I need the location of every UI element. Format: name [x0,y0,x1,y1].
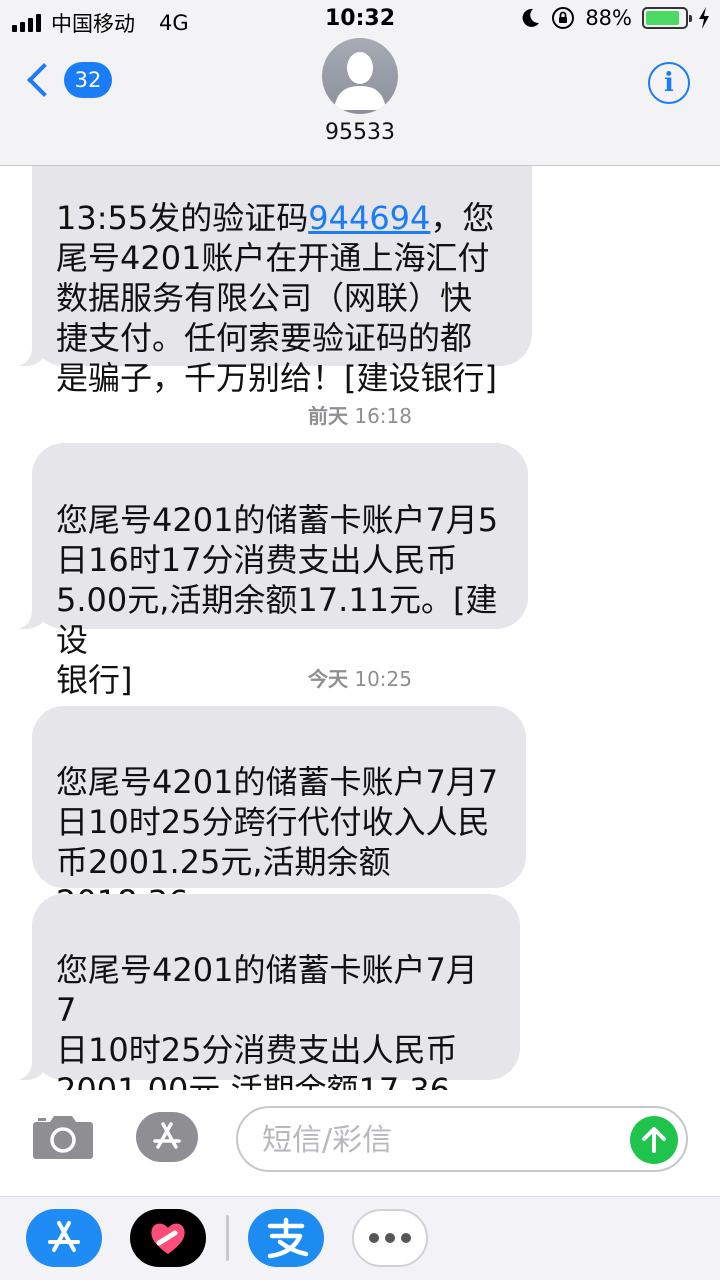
camera-icon [33,1116,93,1159]
composer-bar [0,1090,720,1196]
timestamp-day: 前天 [308,404,348,428]
drawer-divider [226,1215,229,1261]
status-bar: 中国移动 4G 10:32 88% [0,0,720,40]
messages-screen: 13:55发的验证码944694，您 尾号4201账户在开通上海汇付 数据服务有… [0,0,720,1280]
message-bubble[interactable]: 您尾号4201的储蓄卡账户7月7 日10时25分跨行代付收入人民 币2001.2… [32,706,526,961]
camera-button[interactable] [32,1112,94,1160]
message-text: 您尾号4201的储蓄卡账户7月7 日10时25分消费支出人民币 2001.00元… [56,951,478,1090]
charging-icon [699,7,709,29]
heart-app-icon [151,1223,185,1254]
timestamp: 前天 16:18 [0,400,720,429]
moon-icon [522,8,540,27]
more-apps-button[interactable] [352,1209,428,1267]
send-button[interactable] [630,1116,678,1164]
alipay-icon [267,1217,309,1259]
person-icon [334,52,386,110]
message-bubble[interactable]: 您尾号4201的储蓄卡账户7月5 日16时17分消费支出人民币 5.00元,活期… [4,443,528,699]
arrow-up-icon [642,1127,666,1153]
contact-name[interactable]: 95533 [0,120,720,145]
alipay-app[interactable] [248,1209,324,1267]
orientation-lock-icon [552,7,575,29]
app-store-icon [153,1122,181,1149]
battery-percent: 88% [585,6,632,30]
app-store-button[interactable] [136,1112,198,1162]
message-input[interactable] [262,1118,622,1162]
contact-avatar[interactable] [322,38,398,114]
chevron-left-icon [27,63,61,97]
digital-touch-app[interactable] [130,1209,206,1267]
app-drawer [0,1196,720,1280]
timestamp-time: 16:18 [354,404,412,428]
app-store-icon [48,1221,80,1252]
message-input-wrapper [236,1106,688,1172]
unread-count-badge: 32 [64,62,112,98]
info-icon[interactable]: i [648,62,690,104]
timestamp: 今天 10:25 [0,663,720,692]
back-button[interactable]: 32 [22,62,112,98]
timestamp-time: 10:25 [354,667,412,691]
message-text: 13:55发的验证码 [56,199,309,237]
message-bubble[interactable]: 您尾号4201的储蓄卡账户7月7 日10时25分消费支出人民币 2001.00元… [4,894,520,1090]
battery-icon [642,7,692,29]
timestamp-day: 今天 [308,667,348,691]
more-icon [369,1233,411,1243]
app-store-app[interactable] [26,1209,102,1267]
verification-code-link[interactable]: 944694 [308,199,430,237]
